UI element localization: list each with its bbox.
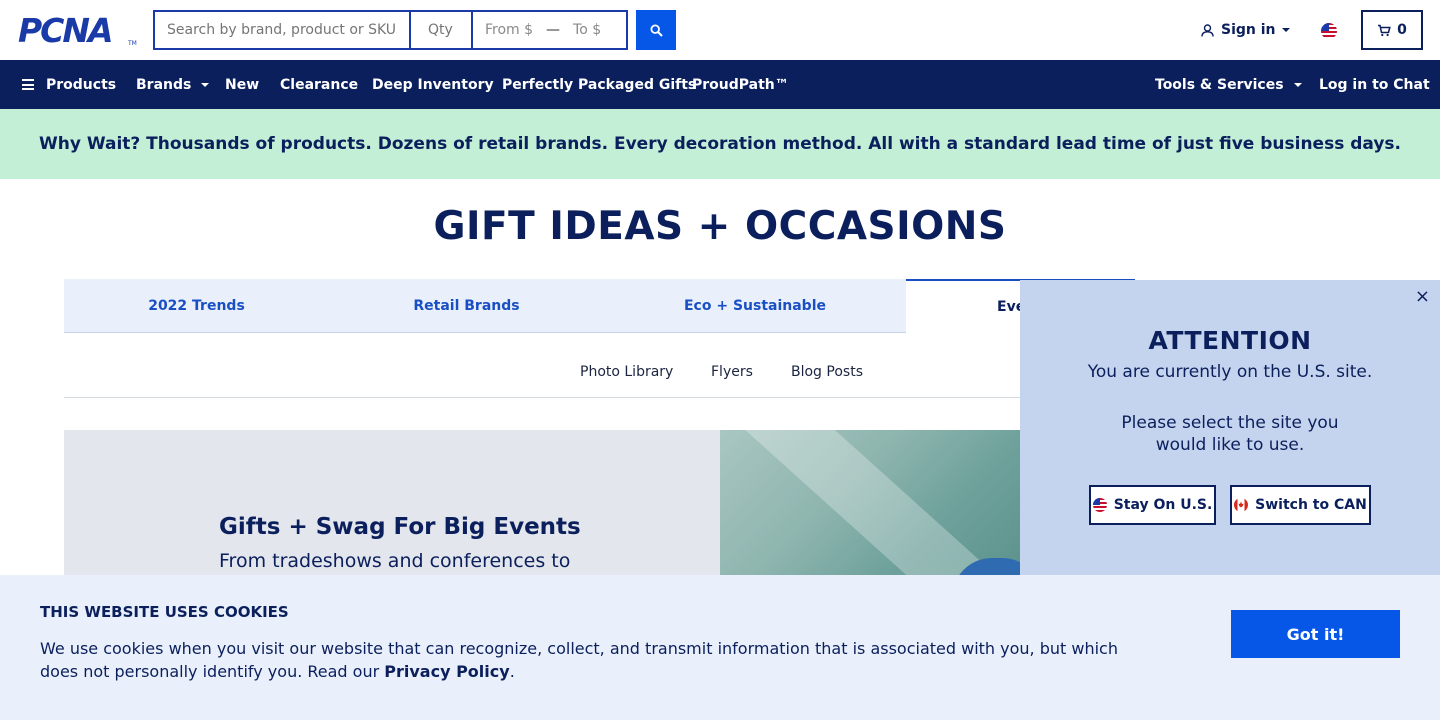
user-icon [1201, 23, 1214, 37]
site-selector-popup: × ATTENTION You are currently on the U.S… [1020, 280, 1440, 575]
cart-icon [1378, 24, 1391, 36]
nav-item-deep-inventory[interactable]: Deep Inventory [372, 60, 494, 109]
nav-item-label: Clearance [280, 76, 359, 93]
us-flag-icon [1092, 498, 1107, 512]
tab-retail-brands[interactable]: Retail Brands [329, 279, 604, 333]
nav-item-new[interactable]: New [225, 60, 259, 109]
subnav-blog-posts[interactable]: Blog Posts [791, 364, 863, 380]
log-in-to-chat-link[interactable]: Log in to Chat [1319, 60, 1430, 109]
canada-flag-icon [1234, 498, 1249, 512]
nav-item-label: Products [46, 76, 117, 93]
nav-item-perfectly-packaged-gifts[interactable]: Perfectly Packaged Gifts [502, 60, 696, 109]
close-icon[interactable]: × [1415, 288, 1430, 306]
price-from-field[interactable]: From $ [485, 22, 533, 38]
nav-item-proudpath[interactable]: ProudPath™ [692, 60, 789, 109]
cookie-title: THIS WEBSITE USES COOKIES [40, 603, 289, 621]
tab-label: Eco + Sustainable [683, 297, 826, 314]
price-to-field[interactable]: To $ [573, 22, 601, 38]
popup-prompt: Please select the site you would like to… [1121, 413, 1339, 455]
cookie-body: We use cookies when you visit our websit… [40, 639, 1118, 681]
popup-title: ATTENTION [1148, 326, 1312, 355]
us-flag-icon[interactable] [1321, 23, 1337, 39]
logo-wordmark: PCNA [18, 11, 114, 50]
hero-image [720, 430, 1020, 575]
got-it-button[interactable]: Got it! [1231, 610, 1400, 658]
search-bar: From $ — To $ [153, 10, 628, 50]
chevron-down-icon [1293, 82, 1302, 87]
subnav-photo-library[interactable]: Photo Library [580, 364, 673, 380]
cookie-banner: THIS WEBSITE USES COOKIES We use cookies… [0, 575, 1440, 720]
nav-item-tools-services[interactable]: Tools & Services [1155, 60, 1302, 109]
tab-eco-sustainable[interactable]: Eco + Sustainable [604, 279, 906, 333]
nav-item-products[interactable]: Products [22, 60, 116, 109]
nav-item-label: Tools & Services [1155, 76, 1284, 93]
promo-banner: Why Wait? Thousands of products. Dozens … [0, 109, 1440, 179]
hero-subtitle: From tradeshows and conferences to [219, 550, 571, 572]
tab-2022-trends[interactable]: 2022 Trends [64, 279, 329, 333]
search-button[interactable] [636, 10, 676, 50]
hero-title: Gifts + Swag For Big Events [219, 514, 581, 540]
chevron-down-icon [1281, 28, 1290, 32]
cookie-text: We use cookies when you visit our websit… [40, 637, 1140, 683]
nav-item-clearance[interactable]: Clearance [280, 60, 358, 109]
cart-count: 0 [1397, 22, 1407, 38]
nav-item-label: Brands [136, 76, 192, 93]
nav-item-label: Perfectly Packaged Gifts [502, 76, 697, 93]
sign-in-label: Sign in [1221, 22, 1276, 38]
pcna-logo[interactable]: PCNA TM [18, 11, 137, 50]
page-title: GIFT IDEAS + OCCASIONS [433, 204, 1007, 249]
tab-label: Retail Brands [413, 297, 520, 314]
promo-text: Why Wait? Thousands of products. Dozens … [38, 134, 1402, 154]
site-header: PCNA TM From $ — To $ Sign in [0, 0, 1440, 60]
qty-input[interactable] [411, 12, 473, 48]
tab-label: 2022 Trends [148, 297, 245, 314]
cookie-end: . [509, 662, 515, 681]
nav-item-label: Deep Inventory [372, 76, 494, 93]
search-icon [649, 23, 663, 37]
popup-message: You are currently on the U.S. site. [1087, 362, 1373, 382]
chevron-down-icon [201, 82, 210, 87]
switch-to-can-button[interactable]: Switch to CAN [1230, 485, 1371, 525]
subnav-flyers[interactable]: Flyers [711, 364, 753, 380]
price-range: From $ — To $ [473, 12, 626, 48]
privacy-policy-link[interactable]: Privacy Policy [384, 662, 509, 681]
main-nav: Products Brands New Clearance Deep Inven… [0, 60, 1440, 109]
nav-item-label: ProudPath™ [692, 76, 789, 93]
stay-on-us-button[interactable]: Stay On U.S. [1089, 485, 1216, 525]
search-input[interactable] [155, 12, 411, 48]
logo-trademark: TM [128, 40, 137, 47]
stay-label: Stay On U.S. [1113, 497, 1213, 513]
price-separator: — [546, 22, 561, 38]
switch-label: Switch to CAN [1255, 497, 1367, 513]
nav-item-label: Log in to Chat [1319, 76, 1430, 93]
nav-item-brands[interactable]: Brands [136, 60, 210, 109]
sign-in-menu[interactable]: Sign in [1201, 20, 1290, 40]
menu-icon [22, 79, 34, 90]
cart-button[interactable]: 0 [1361, 10, 1423, 50]
nav-item-label: New [225, 76, 260, 93]
